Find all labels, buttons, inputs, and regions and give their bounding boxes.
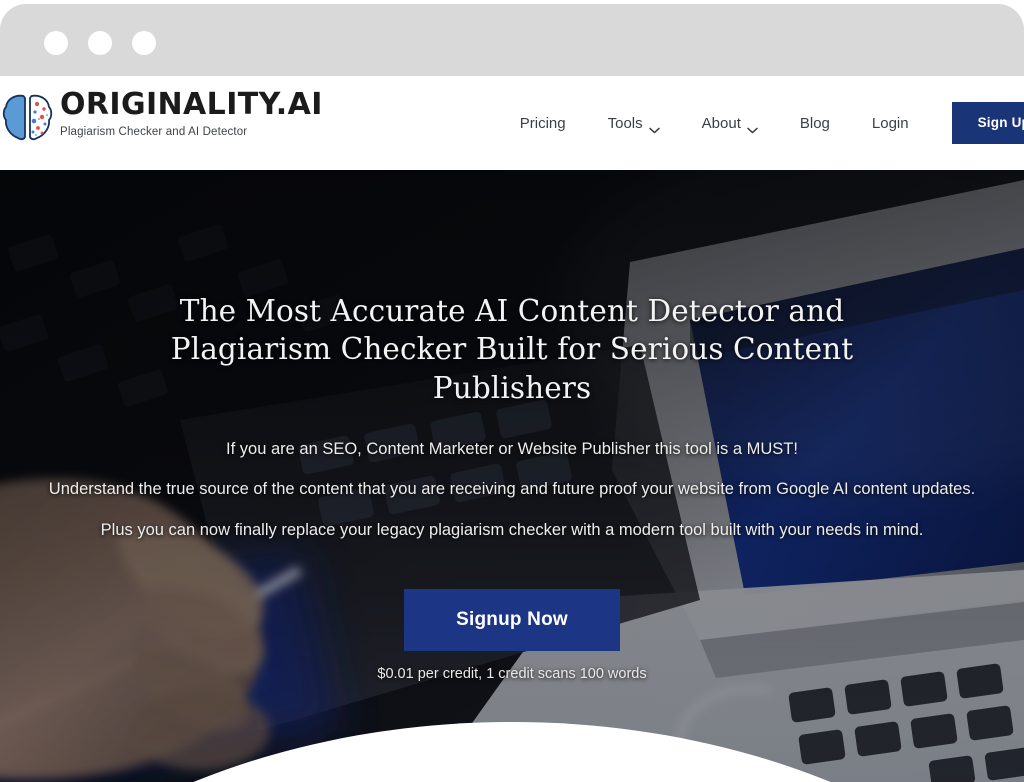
browser-chrome-bar [0, 4, 1024, 76]
hero-content: The Most Accurate AI Content Detector an… [0, 170, 1024, 682]
logo-text-block: ORIGINALITY.AI Plagiarism Checker and AI… [60, 87, 323, 138]
nav-item-pricing-label: Pricing [519, 114, 566, 132]
brain-icon [2, 90, 54, 146]
nav-item-about-label: About [701, 114, 741, 132]
main-navigation: Pricing Tools About Blog Login Sign U [499, 76, 1024, 170]
chevron-down-icon [747, 121, 758, 133]
hero-paragraph-2: Understand the true source of the conten… [48, 479, 976, 498]
chevron-down-icon [648, 121, 660, 133]
nav-item-tools-label: Tools [607, 114, 643, 132]
nav-item-pricing[interactable]: Pricing [499, 107, 587, 140]
signup-now-button[interactable]: Signup Now [404, 588, 620, 651]
logo-tagline: Plagiarism Checker and AI Detector [60, 125, 248, 138]
pricing-note: $0.01 per credit, 1 credit scans 100 wor… [377, 665, 647, 682]
window-traffic-lights [44, 31, 156, 55]
signup-button[interactable]: Sign Up [951, 102, 1024, 144]
nav-item-blog-label: Blog [799, 114, 830, 132]
window-maximize-button[interactable] [132, 31, 156, 55]
hero-cta-wrapper: Signup Now $0.01 per credit, 1 credit sc… [0, 588, 1024, 682]
site-header: ORIGINALITY.AI Plagiarism Checker and AI… [0, 76, 1024, 170]
window-close-button[interactable] [44, 31, 68, 55]
nav-item-tools[interactable]: Tools [587, 107, 681, 140]
screenshot-root: ORIGINALITY.AI Plagiarism Checker and AI… [0, 0, 1024, 782]
window-minimize-button[interactable] [88, 31, 112, 55]
hero-paragraph-1: If you are an SEO, Content Marketer or W… [226, 440, 798, 459]
nav-item-blog[interactable]: Blog [779, 107, 851, 140]
site-logo[interactable]: ORIGINALITY.AI Plagiarism Checker and AI… [2, 87, 323, 146]
nav-item-login-label: Login [871, 114, 909, 132]
hero-headline: The Most Accurate AI Content Detector an… [170, 294, 854, 405]
nav-item-login[interactable]: Login [851, 107, 930, 140]
hero-paragraph-3: Plus you can now finally replace your le… [100, 521, 924, 540]
logo-wordmark: ORIGINALITY.AI [60, 87, 323, 122]
hero-section: The Most Accurate AI Content Detector an… [0, 170, 1024, 782]
nav-item-about[interactable]: About [681, 107, 779, 140]
